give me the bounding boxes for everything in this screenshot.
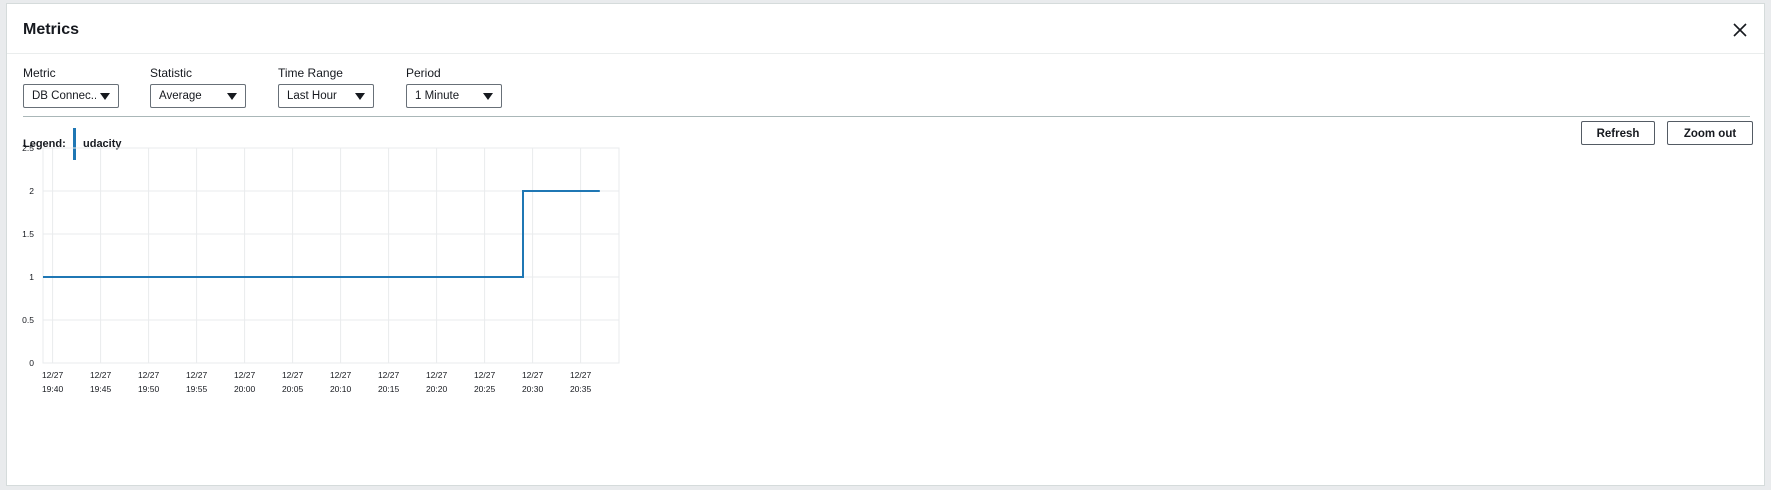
x-tick-time: 20:35: [570, 384, 592, 394]
x-tick-date: 12/27: [282, 370, 304, 380]
x-tick-time: 20:15: [378, 384, 400, 394]
x-tick-date: 12/27: [522, 370, 544, 380]
x-tick-date: 12/27: [42, 370, 64, 380]
x-tick-time: 19:45: [90, 384, 112, 394]
x-tick-date: 12/27: [474, 370, 496, 380]
x-tick-time: 19:50: [138, 384, 160, 394]
x-tick-date: 12/27: [90, 370, 112, 380]
y-tick-label: 0: [29, 358, 34, 368]
y-tick-label: 2.5: [22, 143, 34, 153]
x-tick-date: 12/27: [570, 370, 592, 380]
x-tick-time: 20:20: [426, 384, 448, 394]
y-tick-label: 0.5: [22, 315, 34, 325]
y-tick-label: 1.5: [22, 229, 34, 239]
refresh-button[interactable]: Refresh: [1581, 121, 1655, 145]
x-tick-date: 12/27: [138, 370, 160, 380]
x-tick-time: 20:05: [282, 384, 304, 394]
y-tick-label: 2: [29, 186, 34, 196]
metrics-modal: Metrics Metric DB Connec... Statistic Av…: [6, 3, 1765, 486]
y-tick-label: 1: [29, 272, 34, 282]
x-tick-time: 19:55: [186, 384, 208, 394]
x-tick-time: 20:25: [474, 384, 496, 394]
x-tick-time: 20:00: [234, 384, 256, 394]
zoom-out-button[interactable]: Zoom out: [1667, 121, 1753, 145]
x-tick-date: 12/27: [378, 370, 400, 380]
x-tick-date: 12/27: [234, 370, 256, 380]
x-tick-time: 20:30: [522, 384, 544, 394]
x-tick-time: 20:10: [330, 384, 352, 394]
x-tick-date: 12/27: [186, 370, 208, 380]
metrics-line-chart[interactable]: 2.5 2 1.5 1 0.5 0 12/27 19:40 12/27 19:45 12/27 19:…: [7, 4, 767, 464]
x-tick-time: 19:40: [42, 384, 64, 394]
x-tick-date: 12/27: [426, 370, 448, 380]
close-icon: [1733, 23, 1747, 37]
close-button[interactable]: [1730, 20, 1750, 40]
x-tick-date: 12/27: [330, 370, 352, 380]
